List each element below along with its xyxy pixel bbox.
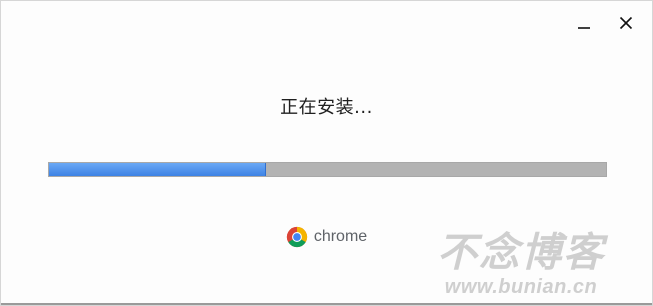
- watermark-url: www.bunian.cn: [444, 276, 598, 298]
- window-controls: [574, 13, 636, 33]
- close-icon: [619, 16, 633, 30]
- minimize-button[interactable]: [574, 13, 594, 33]
- close-button[interactable]: [616, 13, 636, 33]
- install-status-text: 正在安装...: [280, 97, 373, 118]
- installer-window: 正在安装... chrome 不念博客 www.bunian.cn: [0, 0, 653, 306]
- chrome-wordmark: chrome: [313, 228, 368, 245]
- window-bottom-border: [1, 303, 652, 305]
- install-progress-bar: [48, 162, 607, 177]
- minimize-icon: [578, 27, 590, 29]
- chrome-logo-icon: [286, 226, 307, 248]
- site-watermark: 不念博客 www.bunian.cn: [416, 231, 626, 299]
- watermark-title: 不念博客: [437, 230, 605, 276]
- install-progress-fill: [49, 163, 267, 176]
